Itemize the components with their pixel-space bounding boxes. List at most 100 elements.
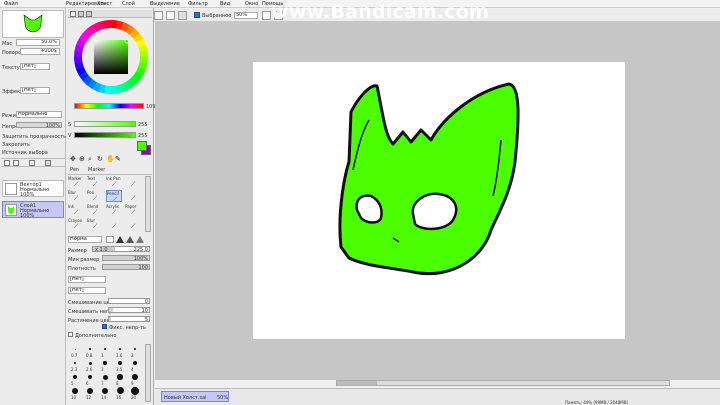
flat-shape-icon[interactable] [106,236,114,243]
menu-layer[interactable]: Слой [122,1,135,7]
clipping-checkbox[interactable]: Закрепить [2,142,30,148]
keep-opacity-checkbox[interactable] [102,324,107,329]
persistence-slider[interactable]: 5 [108,316,150,323]
soft-shape-icon[interactable] [136,236,144,243]
texture-dropdown[interactable]: [Нет] [20,63,50,70]
brush-size-preset[interactable]: 10 [68,386,83,400]
brush-tool-6[interactable]: Pencil ⟋ [106,190,122,203]
new-folder-icon[interactable] [13,160,19,166]
brush-size-preset[interactable]: 7 [98,372,113,386]
menu-file[interactable]: Файл [4,1,18,7]
hand-icon[interactable]: ✋ [106,155,115,163]
brush-shape-dropdown[interactable]: [Нет] [68,276,106,283]
document-tab[interactable]: Новый Холст.sai 50% [161,391,229,402]
brush-tool-7[interactable]: ⟋ [125,190,141,202]
brush-size-preset[interactable]: 1.6 [113,344,128,358]
brush-texture-dropdown[interactable]: [Нет] [68,287,106,294]
brush-tool-15[interactable]: ⟋ [125,218,141,230]
zoom-in-icon[interactable] [262,11,271,20]
brush-size-slider[interactable]: x 1.0 225.0 [92,246,150,253]
sharp-shape-icon[interactable] [116,236,124,243]
brush-tool-0[interactable]: Marker ⟋ [68,176,84,188]
menu-selection[interactable]: Выделение [150,1,180,7]
layer-item-layer1[interactable]: Слой1 Нормально 100% [2,201,64,219]
brush-scrollbar[interactable] [145,176,151,232]
blend-mode-dropdown[interactable]: Нормально [16,111,62,118]
brush-tool-3[interactable]: ⟋ [125,176,141,188]
brush-tool-13[interactable]: Blur ⟋ [87,218,103,230]
size-preset-scrollbar[interactable] [145,344,151,402]
deselect-icon[interactable] [154,11,163,20]
menu-filter[interactable]: Фильтр [188,1,208,7]
zoom-tool-icon[interactable]: ⊕ [79,155,85,163]
show-selection-icon[interactable] [178,11,187,20]
brush-tool-12[interactable]: Crayon ⟋ [68,218,84,230]
brush-mode-dropdown[interactable]: Норма [68,236,102,243]
merge-layer-icon[interactable] [29,160,35,166]
selection-checkbox[interactable] [194,12,200,18]
brush-tool-4[interactable]: Blur ⟋ [68,190,84,202]
value-slider[interactable] [74,132,136,138]
menu-view[interactable]: Вид [220,1,230,7]
dilution-slider[interactable]: 10 [108,307,150,314]
medium-shape-icon[interactable] [126,236,134,243]
canvas[interactable] [253,62,625,339]
zoom-field[interactable]: 50.0% [16,39,60,46]
zoom-dropdown[interactable]: 50% [234,12,258,19]
selection-source-checkbox[interactable]: Источник выбора [2,150,48,156]
protect-alpha-checkbox[interactable]: Защитить прозрачность [2,134,66,140]
hue-slider[interactable] [74,103,144,109]
brush-tool-1[interactable]: Text ⟋ [87,176,103,188]
saturation-slider[interactable] [74,121,136,127]
tab-pen[interactable]: Pen [70,167,79,173]
brush-tool-10[interactable]: Acrylic ⟋ [106,204,122,216]
rgb-toggle-icon[interactable] [78,11,84,17]
brush-size-preset[interactable]: 16 [113,386,128,400]
brush-size-preset[interactable]: 12 [83,386,98,400]
brush-size-preset[interactable]: 14 [98,386,113,400]
min-size-slider[interactable]: 100% [102,255,150,262]
hsv-toggle-icon[interactable] [86,11,92,17]
brush-tool-8[interactable]: Ink ⟋ [68,204,84,216]
brush-size-preset[interactable]: 3 [98,358,113,372]
color-wheel[interactable] [74,20,148,94]
brush-tool-2[interactable]: Ink Pen ⟋ [106,176,122,188]
brush-size-preset[interactable]: 3.5 [113,358,128,372]
advanced-checkbox[interactable] [68,332,73,337]
brush-size-preset[interactable]: 4 [128,358,143,372]
brush-tool-9[interactable]: Blend ⟋ [87,204,103,216]
angle-field[interactable]: +000$ [20,48,60,55]
trash-icon[interactable] [45,160,51,166]
menu-canvas[interactable]: Холст [97,1,112,7]
brush-size-preset[interactable]: 0.7 [68,344,83,358]
brush-size-preset[interactable]: 2.3 [68,358,83,372]
eyedropper-icon[interactable]: ✎ [115,155,121,163]
brush-size-preset[interactable]: 1 [98,344,113,358]
brush-size-preset[interactable]: 0.8 [83,344,98,358]
brush-size-preset[interactable]: 20 [128,386,143,400]
layer-opacity-slider[interactable]: 100% [16,122,62,129]
current-color-swatch[interactable] [137,141,147,151]
brush-size-preset[interactable]: 9 [128,372,143,386]
horizontal-scrollbar[interactable] [336,380,670,386]
edge-effect-dropdown[interactable]: [Нет] [20,87,50,94]
layer-item-vector1[interactable]: Вектор1 Нормально 100% [2,180,64,198]
brush-size-preset[interactable]: 8 [113,372,128,386]
brush-tool-5[interactable]: Pen ⟋ [87,190,103,202]
menu-window[interactable]: Окно [245,1,258,7]
brush-tool-14[interactable]: ⟋ [106,218,122,230]
move-icon[interactable]: ✥ [70,155,76,163]
blending-slider[interactable]: 0 [108,298,150,305]
invert-selection-icon[interactable] [166,11,175,20]
color-wheel-toggle-icon[interactable] [70,11,76,17]
scroll-thumb[interactable] [337,381,377,385]
density-slider[interactable]: 100 [102,264,150,271]
brush-size-preset[interactable]: 6 [83,372,98,386]
brush-size-preset[interactable]: 2 [128,344,143,358]
brush-tool-11[interactable]: Paper ⟋ [125,204,141,216]
brush-size-preset[interactable]: 2.6 [83,358,98,372]
magnify-icon[interactable]: ⌕ [88,155,92,164]
tab-marker[interactable]: Marker [88,167,105,173]
navigator-preview[interactable] [2,10,64,38]
new-layer-icon[interactable] [4,160,10,166]
